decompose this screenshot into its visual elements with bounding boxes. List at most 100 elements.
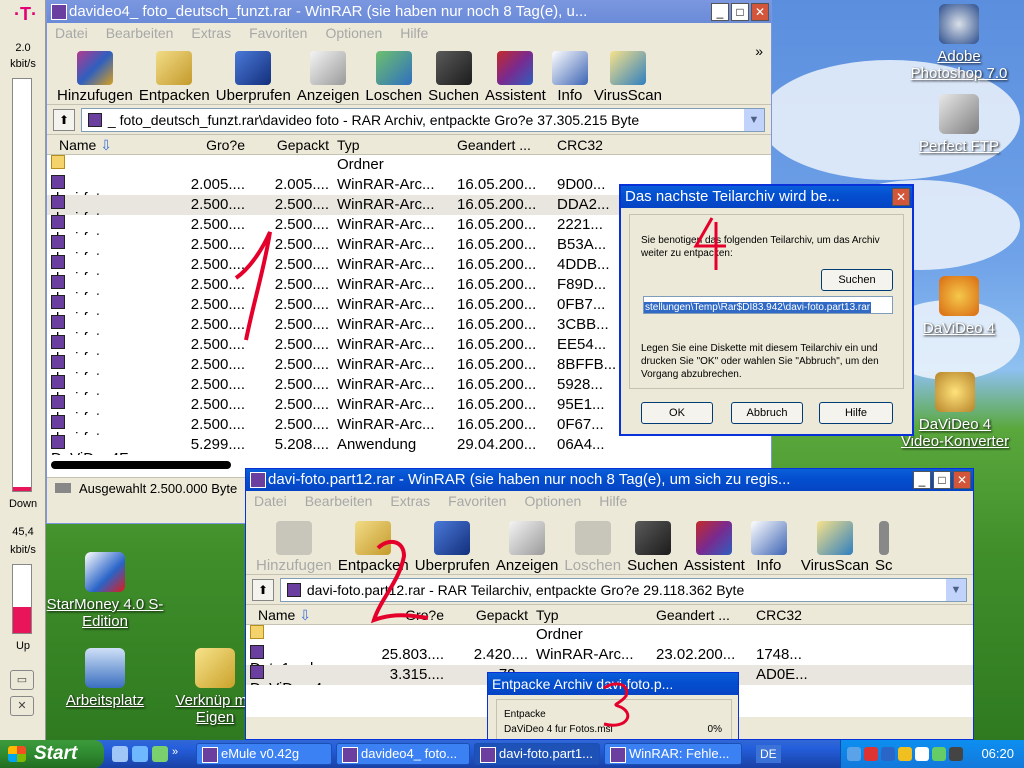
archive-path-field[interactable]: davi-foto.part12.rar - RAR Teilarchiv, e… <box>280 577 967 602</box>
table-row[interactable]: .. Ordner <box>47 155 771 175</box>
tray-info-icon[interactable] <box>915 747 929 761</box>
delete-button[interactable]: Loschen <box>562 521 623 574</box>
dialog-title-bar[interactable]: Das nachste Teilarchiv wird be... ✕ <box>621 186 912 208</box>
menu-bearbeiten[interactable]: Bearbeiten <box>305 491 373 511</box>
task-emule[interactable]: eMule v0.42g <box>196 743 332 765</box>
cell-type: WinRAR-Arc... <box>337 336 435 353</box>
delete-button[interactable]: Loschen <box>363 51 424 104</box>
task-winrar-main[interactable]: davideo4_ foto... <box>336 743 470 765</box>
menu-datei[interactable]: Datei <box>254 491 287 511</box>
test-button[interactable]: Uberprufen <box>413 521 492 574</box>
find-button[interactable]: Suchen <box>426 51 481 104</box>
add-button[interactable]: Hinzufugen <box>55 51 135 104</box>
cancel-button[interactable]: Abbruch <box>731 402 803 424</box>
tray-kaspersky-icon[interactable] <box>864 747 878 761</box>
tray-help-icon[interactable] <box>881 747 895 761</box>
virusscan-button[interactable]: VirusScan <box>592 51 664 104</box>
dialog-close-button[interactable]: ✕ <box>892 188 910 206</box>
maximize-button[interactable]: □ <box>933 471 951 489</box>
column-name[interactable]: Name ⇩ <box>246 605 372 624</box>
view-button[interactable]: Anzeigen <box>295 51 362 104</box>
add-button[interactable]: Hinzufugen <box>254 521 334 574</box>
search-button[interactable]: Suchen <box>821 269 893 291</box>
menu-bearbeiten[interactable]: Bearbeiten <box>106 23 174 43</box>
wizard-button[interactable]: Assistent <box>483 51 548 104</box>
test-button[interactable]: Uberprufen <box>214 51 293 104</box>
maximize-button[interactable]: □ <box>731 3 749 21</box>
close-meter-button[interactable]: ✕ <box>10 696 34 716</box>
column-type[interactable]: Typ <box>333 135 453 154</box>
column-modified[interactable]: Geandert ... <box>453 135 553 154</box>
tray-warning-icon[interactable] <box>898 747 912 761</box>
menu-optionen[interactable]: Optionen <box>325 23 382 43</box>
menu-optionen[interactable]: Optionen <box>524 491 581 511</box>
column-size[interactable]: Gro?e <box>173 135 249 154</box>
view-button[interactable]: Anzeigen <box>494 521 561 574</box>
task-winrar-part12[interactable]: davi-foto.part1... <box>474 743 600 765</box>
minimize-meter-button[interactable]: ▭ <box>10 670 34 690</box>
up-folder-button[interactable]: ⬆ <box>252 578 274 601</box>
table-row[interactable]: DaViDeo4F... 5.299.... 5.208.... Anwendung 2… <box>47 435 771 455</box>
column-size[interactable]: Gro?e <box>372 605 448 624</box>
table-row[interactable]: .. Ordner <box>246 625 973 645</box>
toolbar-overflow-icon[interactable]: » <box>755 43 763 59</box>
column-type[interactable]: Typ <box>532 605 652 624</box>
minimize-button[interactable]: _ <box>711 3 729 21</box>
tray-monitor-icon[interactable] <box>949 747 963 761</box>
progress-title-bar[interactable]: Entpacke Archiv davi-foto.p... <box>488 673 738 695</box>
column-name[interactable]: Name ⇩ <box>47 135 173 154</box>
cell-modified: 16.05.200... <box>457 336 537 353</box>
column-packed[interactable]: Gepackt <box>448 605 532 624</box>
desktop-icon-photoshop[interactable]: Adobe Photoshop 7.0 <box>900 4 1018 82</box>
menu-extras[interactable]: Extras <box>390 491 430 511</box>
starmoney-icon <box>85 552 125 592</box>
menu-favoriten[interactable]: Favoriten <box>448 491 506 511</box>
desktop-icon-perfect-ftp[interactable]: Perfect FTP <box>900 94 1018 155</box>
info-button[interactable]: Info <box>550 51 590 104</box>
start-button[interactable]: Start <box>0 740 104 768</box>
desktop-icon-davideo[interactable]: DaViDeo 4 <box>900 276 1018 337</box>
address-dropdown-button[interactable]: ▼ <box>744 108 764 131</box>
volume-path-field[interactable]: stellungen\Temp\Rar$DI83.942\davi-foto.p… <box>643 296 893 314</box>
language-indicator[interactable]: DE <box>756 745 781 763</box>
close-button[interactable]: ✕ <box>953 471 971 489</box>
up-folder-button[interactable]: ⬆ <box>53 108 75 131</box>
find-button[interactable]: Suchen <box>625 521 680 574</box>
desktop-icon-arbeitsplatz[interactable]: Arbeitsplatz <box>46 648 164 709</box>
quicklaunch-media-icon[interactable] <box>152 746 168 762</box>
menu-favoriten[interactable]: Favoriten <box>249 23 307 43</box>
address-dropdown-button[interactable]: ▼ <box>946 578 966 601</box>
task-winrar-error[interactable]: WinRAR: Fehle... <box>604 743 742 765</box>
minimize-button[interactable]: _ <box>913 471 931 489</box>
extract-progress-window[interactable]: Entpacke Archiv davi-foto.p... Entpacke … <box>487 672 739 740</box>
column-crc[interactable]: CRC32 <box>752 605 852 624</box>
title-bar[interactable]: davideo4_ foto_deutsch_funzt.rar - WinRA… <box>47 1 771 23</box>
tray-volume-icon[interactable] <box>932 747 946 761</box>
ok-button[interactable]: OK <box>641 402 713 424</box>
progress-percent: 0% <box>707 724 722 735</box>
title-bar[interactable]: davi-foto.part12.rar - WinRAR (sie haben… <box>246 469 973 491</box>
column-packed[interactable]: Gepackt <box>249 135 333 154</box>
next-volume-dialog[interactable]: Das nachste Teilarchiv wird be... ✕ Sie … <box>619 184 914 436</box>
quicklaunch-overflow-icon[interactable]: » <box>172 746 188 762</box>
quicklaunch-desktop-icon[interactable] <box>132 746 148 762</box>
close-button[interactable]: ✕ <box>751 3 769 21</box>
desktop-icon-starmoney[interactable]: StarMoney 4.0 S-Edition <box>46 552 164 630</box>
info-button[interactable]: Info <box>749 521 789 574</box>
table-row[interactable]: Data1.cab 25.803.... 2.420.... WinRAR-Arc..… <box>246 645 973 665</box>
quicklaunch-ie-icon[interactable] <box>112 746 128 762</box>
menu-hilfe[interactable]: Hilfe <box>599 491 627 511</box>
column-modified[interactable]: Geandert ... <box>652 605 752 624</box>
archive-path-field[interactable]: _ foto_deutsch_funzt.rar\davideo foto - … <box>81 107 765 132</box>
column-crc[interactable]: CRC32 <box>553 135 653 154</box>
help-button[interactable]: Hilfe <box>819 402 893 424</box>
menu-hilfe[interactable]: Hilfe <box>400 23 428 43</box>
wizard-button[interactable]: Assistent <box>682 521 747 574</box>
extract-button[interactable]: Entpacken <box>137 51 212 104</box>
sfx-button[interactable]: Sc <box>873 521 895 574</box>
tray-network-icon[interactable] <box>847 747 861 761</box>
virusscan-button[interactable]: VirusScan <box>799 521 871 574</box>
menu-datei[interactable]: Datei <box>55 23 88 43</box>
extract-button[interactable]: Entpacken <box>336 521 411 574</box>
menu-extras[interactable]: Extras <box>191 23 231 43</box>
